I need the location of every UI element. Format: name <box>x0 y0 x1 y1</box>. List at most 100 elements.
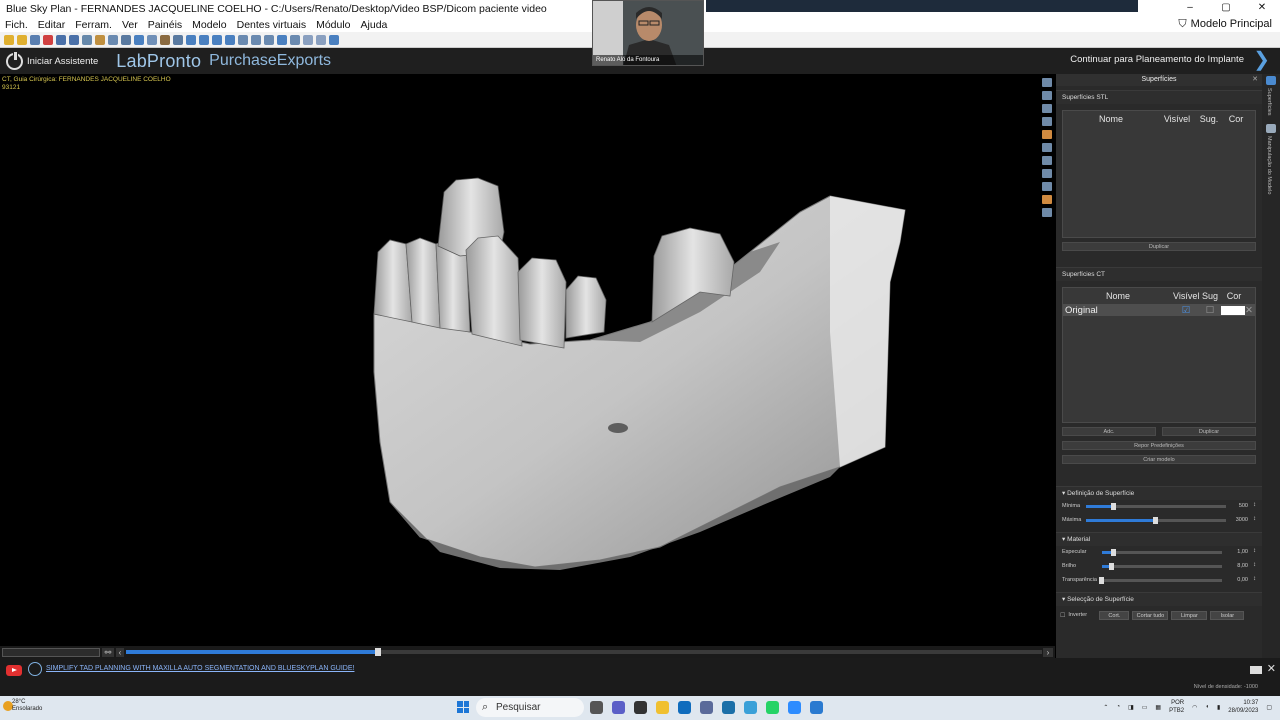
isolate-button[interactable]: Isolar <box>1210 610 1245 620</box>
store-icon[interactable] <box>722 701 735 714</box>
min-handle[interactable] <box>1111 503 1116 510</box>
max-value[interactable]: 3000 <box>1236 517 1248 523</box>
axis-icon[interactable] <box>1042 91 1052 100</box>
mail-icon[interactable] <box>678 701 691 714</box>
model-manipulation-tab[interactable]: Manipulação do Modelo <box>1266 136 1272 194</box>
specular-value[interactable]: 1,00 <box>1237 549 1248 555</box>
close-bottom-icon[interactable]: ✕ <box>1267 662 1276 675</box>
save-icon[interactable] <box>30 34 40 45</box>
ruler-icon[interactable] <box>95 34 105 45</box>
reset-defaults-button[interactable]: Repor Predefinições <box>1062 441 1256 450</box>
edge-icon[interactable] <box>744 701 757 714</box>
transparency-spinner-icon[interactable]: ↕ <box>1253 576 1256 582</box>
stl-duplicate-button[interactable]: Duplicar <box>1062 242 1256 251</box>
speaker-icon[interactable]: ◖ <box>1205 704 1209 710</box>
measure-icon[interactable] <box>121 34 131 45</box>
media-icon[interactable] <box>634 701 647 714</box>
create-model-button[interactable]: Criar modelo <box>1062 455 1256 464</box>
move-icon[interactable] <box>186 34 196 45</box>
arrow-left-icon[interactable]: ‹ <box>116 648 124 657</box>
promo-link[interactable]: SIMPLIFY TAD PLANNING WITH MAXILLA AUTO … <box>46 665 354 672</box>
menu-file[interactable]: Fich. <box>0 19 33 31</box>
slice-track[interactable] <box>126 648 1042 656</box>
sug-checkbox[interactable]: ☐ <box>1199 305 1221 316</box>
view-dropdown[interactable] <box>2 648 100 657</box>
check-icon[interactable] <box>1042 117 1052 126</box>
open-folder-icon[interactable] <box>17 34 27 45</box>
angle-icon[interactable] <box>264 34 274 45</box>
layers-icon[interactable] <box>1042 143 1052 152</box>
transparency-value[interactable]: 0,00 <box>1237 577 1248 583</box>
panoramic-icon[interactable] <box>173 34 183 45</box>
visible-checkbox[interactable]: ☑ <box>1173 305 1199 316</box>
volume-icon[interactable]: ◨ <box>1128 704 1134 711</box>
undo-icon[interactable] <box>56 34 66 45</box>
windows-start-icon[interactable] <box>457 701 469 713</box>
taskbar-search[interactable]: Pesquisar <box>476 698 584 717</box>
model-selector[interactable]: ⛉ Modelo Principal <box>1178 17 1272 32</box>
surface-definition-header[interactable]: ▾ Definição de Superfície <box>1056 486 1262 500</box>
close-icon[interactable]: ✕ <box>1252 74 1258 86</box>
notifications-icon[interactable]: ▢ <box>1266 704 1272 711</box>
jaw-model[interactable] <box>360 172 920 572</box>
start-assistant-button[interactable]: Iniciar Assistente <box>27 56 98 67</box>
redo-icon[interactable] <box>69 34 79 45</box>
material-header[interactable]: ▾ Material <box>1056 532 1262 546</box>
menu-model[interactable]: Modelo <box>187 19 231 31</box>
transparency-slider[interactable] <box>1099 577 1222 584</box>
minimize-panel-icon[interactable] <box>1250 666 1262 674</box>
slice-handle[interactable] <box>374 648 381 656</box>
nerve-icon[interactable] <box>134 34 144 45</box>
color-swatch[interactable] <box>1221 305 1245 315</box>
max-handle[interactable] <box>1153 517 1158 524</box>
curve-icon[interactable] <box>238 34 248 45</box>
brightness-slider[interactable] <box>1102 563 1222 570</box>
surface-selection-header[interactable]: ▾ Selecção de Superfície <box>1056 592 1262 606</box>
labpronto-logo[interactable]: LabPronto <box>116 51 201 72</box>
brightness-handle[interactable] <box>1108 563 1114 570</box>
brightness-value[interactable]: 8,00 <box>1237 563 1248 569</box>
select-icon[interactable] <box>1042 78 1052 87</box>
skull-icon[interactable] <box>1042 104 1052 113</box>
arrow-right-icon[interactable]: › <box>1043 648 1053 657</box>
keyboard-icon[interactable]: ▦ <box>1155 704 1161 711</box>
menu-view[interactable]: Ver <box>117 19 143 31</box>
language-indicator[interactable]: POR PTB2 <box>1169 699 1184 715</box>
cut-button[interactable]: Cort. <box>1099 610 1130 620</box>
ct-table[interactable]: Nome Visível Sug Cor Original ☑ ☐ ✕ <box>1062 287 1256 423</box>
magnify-icon[interactable] <box>212 34 222 45</box>
close-file-icon[interactable] <box>43 34 53 45</box>
panel-icon[interactable] <box>1042 182 1052 191</box>
menu-module[interactable]: Módulo <box>311 19 355 31</box>
duplicate-button[interactable]: Duplicar <box>1162 427 1256 436</box>
specular-handle[interactable] <box>1111 549 1116 556</box>
max-spinner-icon[interactable]: ↕ <box>1253 516 1256 522</box>
continue-button[interactable]: Continuar para Planeamento do Implante <box>1070 54 1244 65</box>
add-button[interactable]: Adc. <box>1062 427 1156 436</box>
battery-icon[interactable]: ▭ <box>1142 704 1148 711</box>
wifi-icon[interactable]: ◠ <box>1192 704 1197 711</box>
transparency-handle[interactable] <box>1099 577 1104 584</box>
model-tab-icon[interactable] <box>1266 124 1276 133</box>
rotate-icon[interactable] <box>199 34 209 45</box>
3d-viewport[interactable]: CT, Guia Cirúrgica: FERNANDES JACQUELINE… <box>0 74 1040 646</box>
teams-icon[interactable] <box>612 701 625 714</box>
surfaces-tab[interactable]: Superfícies <box>1266 88 1272 116</box>
export-icon[interactable] <box>329 34 339 45</box>
screenshot-icon[interactable] <box>290 34 300 45</box>
cube-icon[interactable] <box>1042 169 1052 178</box>
reset-view-icon[interactable] <box>277 34 287 45</box>
youtube-icon[interactable] <box>6 665 22 676</box>
camera-icon[interactable] <box>1042 208 1052 217</box>
new-file-icon[interactable] <box>4 34 14 45</box>
tray-arrow-icon[interactable]: ⌃ <box>1103 704 1108 711</box>
zoom-icon[interactable] <box>108 34 118 45</box>
surfaces-tab-icon[interactable] <box>1266 76 1276 85</box>
whatsapp-icon[interactable] <box>766 701 779 714</box>
clock[interactable]: 10:37 28/09/2023 <box>1228 699 1258 715</box>
min-value[interactable]: 500 <box>1239 503 1248 509</box>
weather-widget[interactable]: 28°C Ensolarado <box>12 699 42 713</box>
grid-icon[interactable] <box>82 34 92 45</box>
menu-edit[interactable]: Editar <box>33 19 70 31</box>
brightness-spinner-icon[interactable]: ↕ <box>1253 562 1256 568</box>
